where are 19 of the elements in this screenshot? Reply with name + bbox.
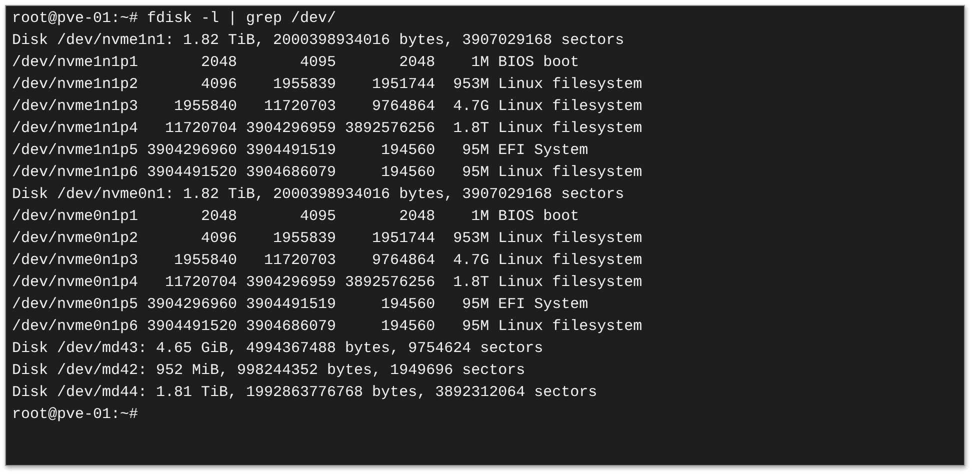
- terminal-line: /dev/nvme0n1p4 11720704 3904296959 3892576256 1.8T Linux filesystem: [12, 273, 642, 293]
- terminal-line: Disk /dev/nvme0n1: 1.82 TiB, 2000398934016 bytes, 3907029168 sectors: [12, 185, 624, 205]
- terminal-line: /dev/nvme0n1p6 3904491520 3904686079 194560 95M Linux filesystem: [12, 317, 642, 337]
- terminal-line: /dev/nvme1n1p2 4096 1955839 1951744 953M Linux filesystem: [12, 75, 642, 95]
- terminal-line: /dev/nvme1n1p3 1955840 11720703 9764864 4.7G Linux filesystem: [12, 97, 642, 117]
- terminal-line: /dev/nvme1n1p1 2048 4095 2048 1M BIOS boot: [12, 53, 580, 73]
- terminal-line: /dev/nvme0n1p2 4096 1955839 1951744 953M Linux filesystem: [12, 229, 642, 249]
- terminal-line: Disk /dev/md43: 4.65 GiB, 4994367488 bytes, 9754624 sectors: [12, 339, 544, 359]
- terminal-line: /dev/nvme0n1p5 3904296960 3904491519 194560 95M EFI System: [12, 295, 588, 315]
- terminal-line: Disk /dev/nvme1n1: 1.82 TiB, 2000398934016 bytes, 3907029168 sectors: [12, 31, 624, 51]
- terminal-line: /dev/nvme0n1p1 2048 4095 2048 1M BIOS boot: [12, 207, 580, 227]
- terminal-line: Disk /dev/md42: 952 MiB, 998244352 bytes, 1949696 sectors: [12, 361, 526, 381]
- terminal-line: root@pve-01:~#: [12, 405, 138, 425]
- terminal-line: Disk /dev/md44: 1.81 TiB, 1992863776768 bytes, 3892312064 sectors: [12, 383, 598, 403]
- terminal-line: root@pve-01:~# fdisk -l | grep /dev/: [12, 9, 336, 29]
- terminal-line: /dev/nvme1n1p4 11720704 3904296959 3892576256 1.8T Linux filesystem: [12, 119, 642, 139]
- terminal-line: /dev/nvme0n1p3 1955840 11720703 9764864 4.7G Linux filesystem: [12, 251, 642, 271]
- terminal-line: /dev/nvme1n1p6 3904491520 3904686079 194560 95M Linux filesystem: [12, 163, 642, 183]
- terminal-line: /dev/nvme1n1p5 3904296960 3904491519 194560 95M EFI System: [12, 141, 588, 161]
